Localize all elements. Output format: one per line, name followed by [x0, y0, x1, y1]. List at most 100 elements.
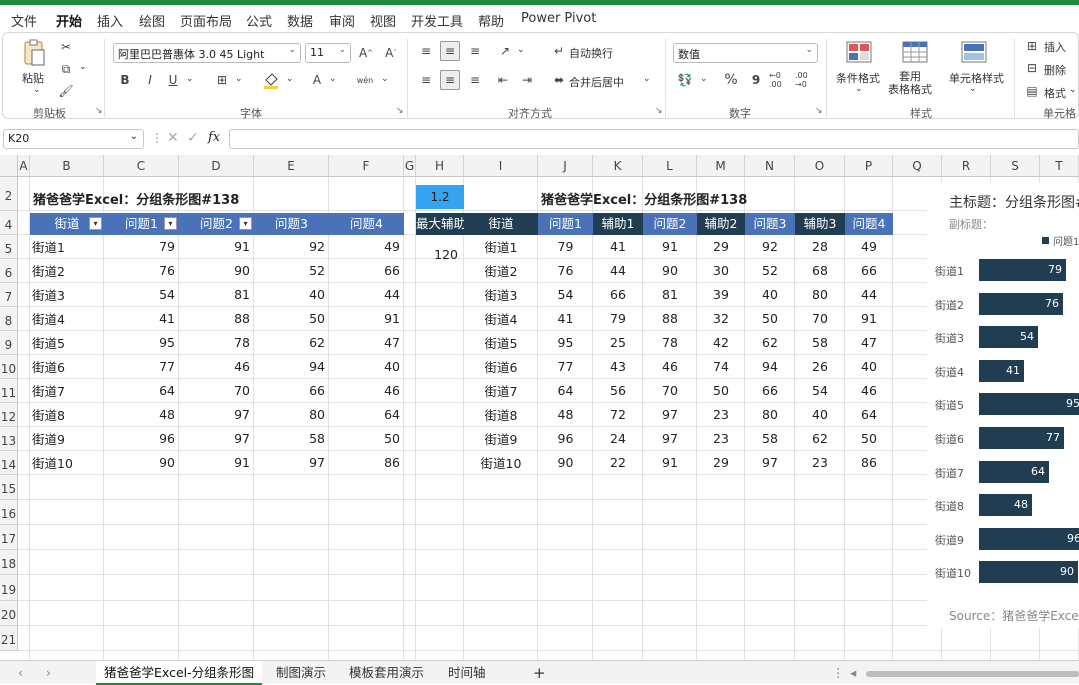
underline-dropdown-icon[interactable]: ⌄: [186, 74, 194, 84]
left-value-cell[interactable]: 77: [104, 359, 179, 374]
bar[interactable]: 41: [979, 359, 1024, 382]
bar[interactable]: 64: [979, 460, 1049, 483]
column-header[interactable]: O: [795, 155, 845, 177]
menu-data[interactable]: 数据: [287, 11, 313, 30]
increase-indent-icon[interactable]: ⇥: [517, 70, 537, 90]
right-header-cell[interactable]: 问题3: [745, 213, 795, 235]
right-value-cell[interactable]: 50: [697, 383, 745, 398]
bar[interactable]: 95: [979, 393, 1079, 416]
merge-center-button[interactable]: 合并后居中: [569, 74, 624, 90]
right-value-cell[interactable]: 78: [643, 335, 697, 350]
paste-button[interactable]: 粘贴: [22, 70, 44, 86]
menu-view[interactable]: 视图: [370, 11, 396, 30]
left-value-cell[interactable]: 41: [104, 311, 179, 326]
phonetic-dropdown-icon[interactable]: ⌄: [381, 74, 389, 84]
column-header[interactable]: E: [254, 155, 329, 177]
left-value-cell[interactable]: 86: [329, 455, 404, 470]
bar[interactable]: 76: [979, 292, 1063, 315]
hscroll-left-icon[interactable]: ◂: [850, 661, 856, 685]
right-value-cell[interactable]: 30: [697, 263, 745, 278]
column-header[interactable]: T: [1040, 155, 1079, 177]
insert-function-button[interactable]: fx: [208, 130, 220, 145]
right-value-cell[interactable]: 29: [697, 455, 745, 470]
left-value-cell[interactable]: 92: [254, 239, 329, 254]
left-value-cell[interactable]: 46: [179, 359, 254, 374]
currency-dropdown-icon[interactable]: ⌄: [700, 74, 708, 84]
right-header-cell[interactable]: 辅助1: [593, 213, 643, 235]
right-value-cell[interactable]: 56: [593, 383, 643, 398]
font-color-icon[interactable]: A: [307, 70, 327, 90]
right-value-cell[interactable]: 43: [593, 359, 643, 374]
left-value-cell[interactable]: 76: [104, 263, 179, 278]
tab-template[interactable]: 模板套用演示: [349, 661, 424, 685]
row-header[interactable]: 2: [0, 177, 18, 211]
left-value-cell[interactable]: 48: [104, 407, 179, 422]
fill-dropdown-icon[interactable]: ⌄: [286, 74, 294, 84]
bold-button[interactable]: B: [115, 70, 135, 90]
left-value-cell[interactable]: 81: [179, 287, 254, 302]
max-aux-value[interactable]: 120: [416, 247, 462, 262]
align-left-icon[interactable]: ≡: [416, 70, 436, 90]
right-header-cell[interactable]: 问题2: [643, 213, 697, 235]
bar[interactable]: 96: [979, 527, 1079, 550]
decrease-indent-icon[interactable]: ⇤: [493, 70, 513, 90]
left-value-cell[interactable]: 46: [329, 383, 404, 398]
orientation-icon[interactable]: ↗: [495, 41, 515, 61]
right-street-cell[interactable]: 街道4: [464, 309, 538, 328]
left-street-cell[interactable]: 街道7: [32, 381, 102, 400]
right-value-cell[interactable]: 91: [845, 311, 893, 326]
right-header-cell[interactable]: 问题1: [538, 213, 593, 235]
number-format-select[interactable]: 数值 ⌄: [673, 43, 818, 63]
left-value-cell[interactable]: 64: [104, 383, 179, 398]
right-value-cell[interactable]: 32: [697, 311, 745, 326]
left-header-cell[interactable]: 问题1 ▾: [104, 213, 179, 235]
row-header[interactable]: 21: [0, 626, 18, 651]
right-value-cell[interactable]: 94: [745, 359, 795, 374]
wrap-text-icon[interactable]: ↵: [549, 41, 569, 61]
right-street-cell[interactable]: 街道5: [464, 333, 538, 352]
fill-color-icon[interactable]: [261, 70, 281, 90]
percent-button[interactable]: %: [721, 70, 741, 90]
column-header[interactable]: H: [416, 155, 464, 177]
right-value-cell[interactable]: 40: [845, 359, 893, 374]
row-header[interactable]: 12: [0, 403, 18, 427]
font-launcher-icon[interactable]: ↘: [396, 106, 404, 116]
menu-page-layout[interactable]: 页面布局: [180, 11, 232, 30]
menu-power-pivot[interactable]: Power Pivot: [521, 11, 596, 26]
insert-cells-icon[interactable]: ⊞: [1022, 36, 1042, 56]
bar[interactable]: 48: [979, 494, 1032, 517]
right-value-cell[interactable]: 54: [795, 383, 845, 398]
right-value-cell[interactable]: 28: [795, 239, 845, 254]
right-value-cell[interactable]: 22: [593, 455, 643, 470]
wrap-text-button[interactable]: 自动换行: [569, 45, 613, 61]
left-value-cell[interactable]: 97: [179, 431, 254, 446]
right-value-cell[interactable]: 49: [845, 239, 893, 254]
row-header[interactable]: 20: [0, 601, 18, 626]
menu-home[interactable]: 开始: [56, 11, 83, 35]
align-right-icon[interactable]: ≡: [465, 70, 485, 90]
row-header[interactable]: 16: [0, 500, 18, 525]
column-header[interactable]: R: [942, 155, 991, 177]
left-value-cell[interactable]: 79: [104, 239, 179, 254]
column-header[interactable]: G: [404, 155, 416, 177]
right-value-cell[interactable]: 48: [538, 407, 593, 422]
align-bottom-icon[interactable]: ≡: [465, 41, 485, 61]
column-header[interactable]: S: [991, 155, 1040, 177]
name-box[interactable]: K20 ⌄: [3, 129, 144, 149]
menu-developer[interactable]: 开发工具: [411, 11, 463, 30]
menu-file[interactable]: 文件: [11, 11, 37, 30]
right-value-cell[interactable]: 97: [643, 431, 697, 446]
right-value-cell[interactable]: 66: [845, 263, 893, 278]
left-value-cell[interactable]: 44: [329, 287, 404, 302]
row-header[interactable]: 4: [0, 211, 18, 235]
left-value-cell[interactable]: 66: [254, 383, 329, 398]
increase-decimal-button[interactable]: ←0 .00: [769, 70, 793, 90]
bar[interactable]: 90: [979, 561, 1078, 584]
phonetic-icon[interactable]: wén: [355, 70, 375, 90]
right-value-cell[interactable]: 91: [643, 239, 697, 254]
right-value-cell[interactable]: 64: [538, 383, 593, 398]
left-value-cell[interactable]: 64: [329, 407, 404, 422]
right-value-cell[interactable]: 79: [538, 239, 593, 254]
table-format-button[interactable]: 套用 表格格式: [888, 70, 932, 96]
right-value-cell[interactable]: 66: [593, 287, 643, 302]
